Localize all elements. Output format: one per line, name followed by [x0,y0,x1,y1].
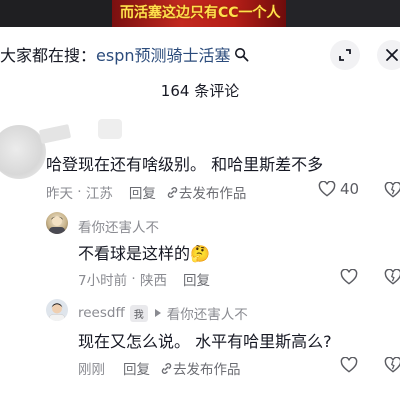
avatar-image [48,303,66,321]
post-work-button[interactable]: 去发布作品 [166,182,247,202]
trending-search-keyword[interactable]: espn预测骑士活塞 [96,46,230,65]
close-button[interactable] [377,40,400,70]
reply-time: 7小时前 [78,273,128,289]
author-tag-badge: 我 [129,304,148,322]
comment-count-title: 164 条评论 [160,82,240,100]
dislike-icon[interactable] [384,357,400,373]
reply-location: 陕西 [139,273,167,289]
reply-avatar[interactable] [46,212,68,234]
reply-button[interactable]: 回复 [183,269,210,289]
post-work-button[interactable]: 去发布作品 [160,358,241,378]
heart-icon[interactable] [340,269,358,285]
video-left-panel [0,0,112,27]
reply-username[interactable]: 看你还害人不 [78,216,159,236]
comment-meta: 昨天 · 江苏 回复 去发布作品 [46,182,247,202]
link-icon [161,362,172,374]
reply-avatar[interactable] [46,299,68,321]
reply-text: 不看球是这样的🤔 [78,244,210,263]
avatar-image [49,216,65,234]
dislike-icon[interactable] [384,269,400,285]
reply-time: 刚刚 [78,362,105,378]
video-banner-caption: 而活塞这边只有CC一个人 [120,5,281,21]
close-icon [386,49,398,61]
reply-to-username[interactable]: 看你还害人不 [167,303,248,323]
video-right-panel [286,0,400,27]
heart-icon [318,181,336,197]
video-preview[interactable]: 而活塞这边只有CC一个人 [0,0,400,27]
comment-time: 昨天 [46,186,73,202]
post-work-label: 去发布作品 [178,186,247,202]
reply-meta: 刚刚 回复 去发布作品 [78,358,241,378]
reply-to-arrow-icon [154,309,161,317]
trending-search-text[interactable]: 大家都在搜：espn预测骑士活塞 [0,42,231,66]
like-button[interactable]: 40 [318,180,359,198]
expand-icon [339,49,351,61]
comment-text: 哈登现在还有啥级别。 和哈里斯差不多 [46,155,324,174]
trending-search[interactable]: 大家都在搜：espn预测骑士活塞 [0,43,249,65]
trending-search-prefix: 大家都在搜： [0,46,97,65]
post-work-label: 去发布作品 [173,362,241,378]
avatar-overlay [38,124,72,144]
video-banner: 而活塞这边只有CC一个人 [112,0,286,27]
heart-icon[interactable] [340,357,358,373]
reply-meta: 7小时前 · 陕西 回复 [78,269,210,289]
comment-location: 江苏 [85,186,113,202]
expand-button[interactable] [330,40,360,70]
link-icon [167,186,178,198]
like-count: 40 [340,180,360,198]
reply-text: 现在又怎么说。 水平有哈里斯高么? [78,332,332,351]
blurred-image [98,119,122,139]
reply-button[interactable]: 回复 [129,182,156,202]
reply-username[interactable]: reesdff [78,305,125,321]
comment-sheet: 大家都在搜：espn预测骑士活塞 164 条评论 哈登现在还有啥级别。 和哈里斯… [0,27,400,400]
reply-button[interactable]: 回复 [123,358,150,378]
dislike-icon[interactable] [384,182,400,198]
search-icon [234,47,248,61]
reply-header: reesdff 我 看你还害人不 [78,303,248,323]
